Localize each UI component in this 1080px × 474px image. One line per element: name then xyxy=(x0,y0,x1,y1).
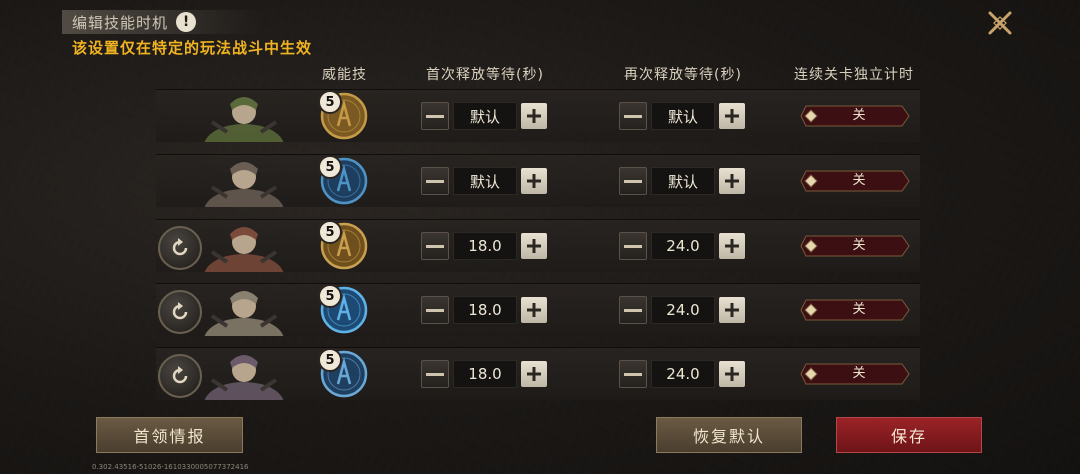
first-wait-decrease-button[interactable] xyxy=(421,360,449,388)
repeat-wait-value: 24.0 xyxy=(651,360,715,388)
first-wait-increase-button[interactable] xyxy=(521,233,547,259)
hero-bearded-warrior-portrait xyxy=(182,157,292,233)
column-header-first-wait: 首次释放等待(秒) xyxy=(426,67,544,83)
repeat-wait-decrease-button[interactable] xyxy=(619,296,647,324)
first-wait-stepper: 18.0 xyxy=(421,296,547,324)
repeat-wait-stepper: 24.0 xyxy=(619,360,745,388)
first-wait-decrease-button[interactable] xyxy=(421,102,449,130)
first-wait-stepper: 默认 xyxy=(421,167,547,195)
repeat-wait-value: 默认 xyxy=(651,167,715,195)
skill-timing-row: 5 默认 默认 关 xyxy=(156,154,920,233)
first-wait-increase-button[interactable] xyxy=(521,168,547,194)
toggle-state-label: 关 xyxy=(852,238,866,253)
repeat-wait-stepper: 默认 xyxy=(619,167,745,195)
hero-green-armored-portrait xyxy=(182,92,292,168)
repeat-wait-increase-button[interactable] xyxy=(719,233,745,259)
first-wait-value: 18.0 xyxy=(453,296,517,324)
skill-timing-row: 5 18.0 24.0 关 xyxy=(156,219,920,298)
first-wait-increase-button[interactable] xyxy=(521,103,547,129)
boss-info-button[interactable]: 首领情报 xyxy=(96,417,243,453)
subtitle-notice: 该设置仅在特定的玩法战斗中生效 xyxy=(72,39,313,57)
skill-level-badge: 5 xyxy=(318,284,342,308)
independent-timer-toggle[interactable]: 关 xyxy=(800,170,910,192)
version-text: 0.302.43516-51026-1610330005077372416 xyxy=(92,463,249,471)
repeat-wait-increase-button[interactable] xyxy=(719,361,745,387)
first-wait-decrease-button[interactable] xyxy=(421,232,449,260)
first-wait-increase-button[interactable] xyxy=(521,361,547,387)
first-wait-stepper: 18.0 xyxy=(421,360,547,388)
repeat-wait-value: 24.0 xyxy=(651,232,715,260)
title-bar: 编辑技能时机 ! xyxy=(62,10,262,34)
repeat-wait-value: 24.0 xyxy=(651,296,715,324)
skill-timing-row: 5 18.0 24.0 关 xyxy=(156,283,920,362)
first-wait-increase-button[interactable] xyxy=(521,297,547,323)
column-header-repeat-wait: 再次释放等待(秒) xyxy=(624,67,742,83)
first-wait-value: 默认 xyxy=(453,102,517,130)
first-wait-stepper: 18.0 xyxy=(421,232,547,260)
first-wait-value: 18.0 xyxy=(453,360,517,388)
skill-level-badge: 5 xyxy=(318,90,342,114)
column-header-skill: 威能技 xyxy=(322,67,367,83)
independent-timer-toggle[interactable]: 关 xyxy=(800,363,910,385)
independent-timer-toggle[interactable]: 关 xyxy=(800,235,910,257)
repeat-wait-stepper: 24.0 xyxy=(619,232,745,260)
page-title: 编辑技能时机 xyxy=(72,13,169,32)
skill-level-badge: 5 xyxy=(318,348,342,372)
hero-hooded-mage-portrait xyxy=(182,286,292,362)
toggle-state-label: 关 xyxy=(852,366,866,381)
repeat-wait-decrease-button[interactable] xyxy=(619,102,647,130)
repeat-wait-decrease-button[interactable] xyxy=(619,232,647,260)
first-wait-value: 18.0 xyxy=(453,232,517,260)
repeat-wait-decrease-button[interactable] xyxy=(619,360,647,388)
save-button[interactable]: 保存 xyxy=(836,417,982,453)
repeat-wait-stepper: 默认 xyxy=(619,102,745,130)
toggle-state-label: 关 xyxy=(852,173,866,188)
repeat-wait-value: 默认 xyxy=(651,102,715,130)
independent-timer-toggle[interactable]: 关 xyxy=(800,299,910,321)
toggle-state-label: 关 xyxy=(852,108,866,123)
repeat-wait-increase-button[interactable] xyxy=(719,168,745,194)
restore-default-button[interactable]: 恢复默认 xyxy=(656,417,802,453)
skill-timing-row: 5 默认 默认 关 xyxy=(156,89,920,168)
column-header-independent-timer: 连续关卡独立计时 xyxy=(794,67,914,83)
close-icon[interactable] xyxy=(986,9,1014,37)
toggle-state-label: 关 xyxy=(852,302,866,317)
hero-dark-haired-woman-portrait xyxy=(182,222,292,298)
repeat-wait-increase-button[interactable] xyxy=(719,297,745,323)
hero-demon-lord-portrait xyxy=(182,350,292,426)
first-wait-decrease-button[interactable] xyxy=(421,296,449,324)
skill-level-badge: 5 xyxy=(318,220,342,244)
skill-timing-row: 5 18.0 24.0 关 xyxy=(156,347,920,426)
info-icon[interactable]: ! xyxy=(176,12,197,32)
repeat-wait-decrease-button[interactable] xyxy=(619,167,647,195)
independent-timer-toggle[interactable]: 关 xyxy=(800,105,910,127)
repeat-wait-stepper: 24.0 xyxy=(619,296,745,324)
skill-level-badge: 5 xyxy=(318,155,342,179)
first-wait-stepper: 默认 xyxy=(421,102,547,130)
first-wait-decrease-button[interactable] xyxy=(421,167,449,195)
repeat-wait-increase-button[interactable] xyxy=(719,103,745,129)
first-wait-value: 默认 xyxy=(453,167,517,195)
